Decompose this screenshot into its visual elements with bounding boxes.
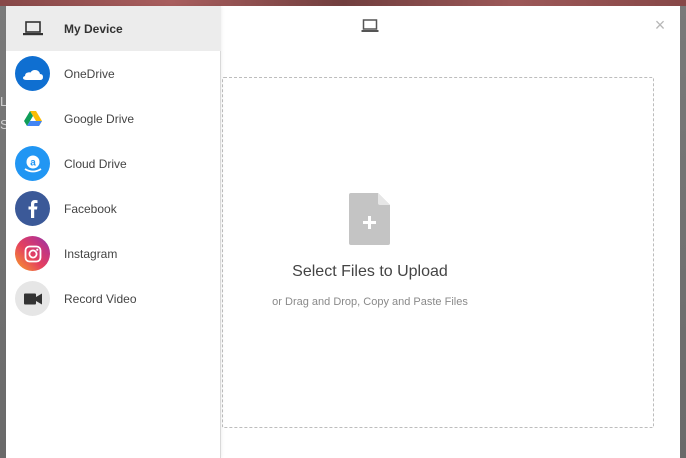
facebook-icon xyxy=(15,191,50,226)
sidebar-item-instagram[interactable]: Instagram xyxy=(6,231,221,276)
source-sidebar: My Device OneDrive Google Drive a Cloud … xyxy=(6,6,221,458)
sidebar-item-label: Record Video xyxy=(64,291,137,306)
instagram-icon xyxy=(15,236,50,271)
laptop-icon xyxy=(361,19,379,32)
upload-subtitle: or Drag and Drop, Copy and Paste Files xyxy=(272,296,468,308)
sidebar-item-my-device[interactable]: My Device xyxy=(6,6,221,51)
sidebar-item-label: Cloud Drive xyxy=(64,156,127,171)
close-icon: × xyxy=(654,15,666,35)
svg-text:a: a xyxy=(30,157,36,168)
file-picker-modal: × Select Files to Upload or Drag and Dro… xyxy=(6,6,680,458)
google-drive-icon xyxy=(15,101,50,136)
upload-title: Select Files to Upload xyxy=(292,263,448,280)
sidebar-item-record-video[interactable]: Record Video xyxy=(6,276,221,321)
add-file-icon[interactable] xyxy=(349,193,390,245)
amazon-cloud-drive-icon: a xyxy=(15,146,50,181)
sidebar-item-label: OneDrive xyxy=(64,66,115,81)
sidebar-item-google-drive[interactable]: Google Drive xyxy=(6,96,221,141)
sidebar-item-label: Google Drive xyxy=(64,111,135,126)
drop-zone[interactable] xyxy=(222,77,654,428)
onedrive-icon xyxy=(15,56,50,91)
sidebar-item-label: My Device xyxy=(64,21,123,36)
laptop-icon xyxy=(15,11,50,46)
video-camera-icon xyxy=(15,281,50,316)
close-button[interactable]: × xyxy=(652,15,668,35)
sidebar-item-facebook[interactable]: Facebook xyxy=(6,186,221,231)
sidebar-item-cloud-drive[interactable]: a Cloud Drive xyxy=(6,141,221,186)
sidebar-item-label: Facebook xyxy=(64,201,117,216)
sidebar-item-onedrive[interactable]: OneDrive xyxy=(6,51,221,96)
sidebar-item-label: Instagram xyxy=(64,246,118,261)
